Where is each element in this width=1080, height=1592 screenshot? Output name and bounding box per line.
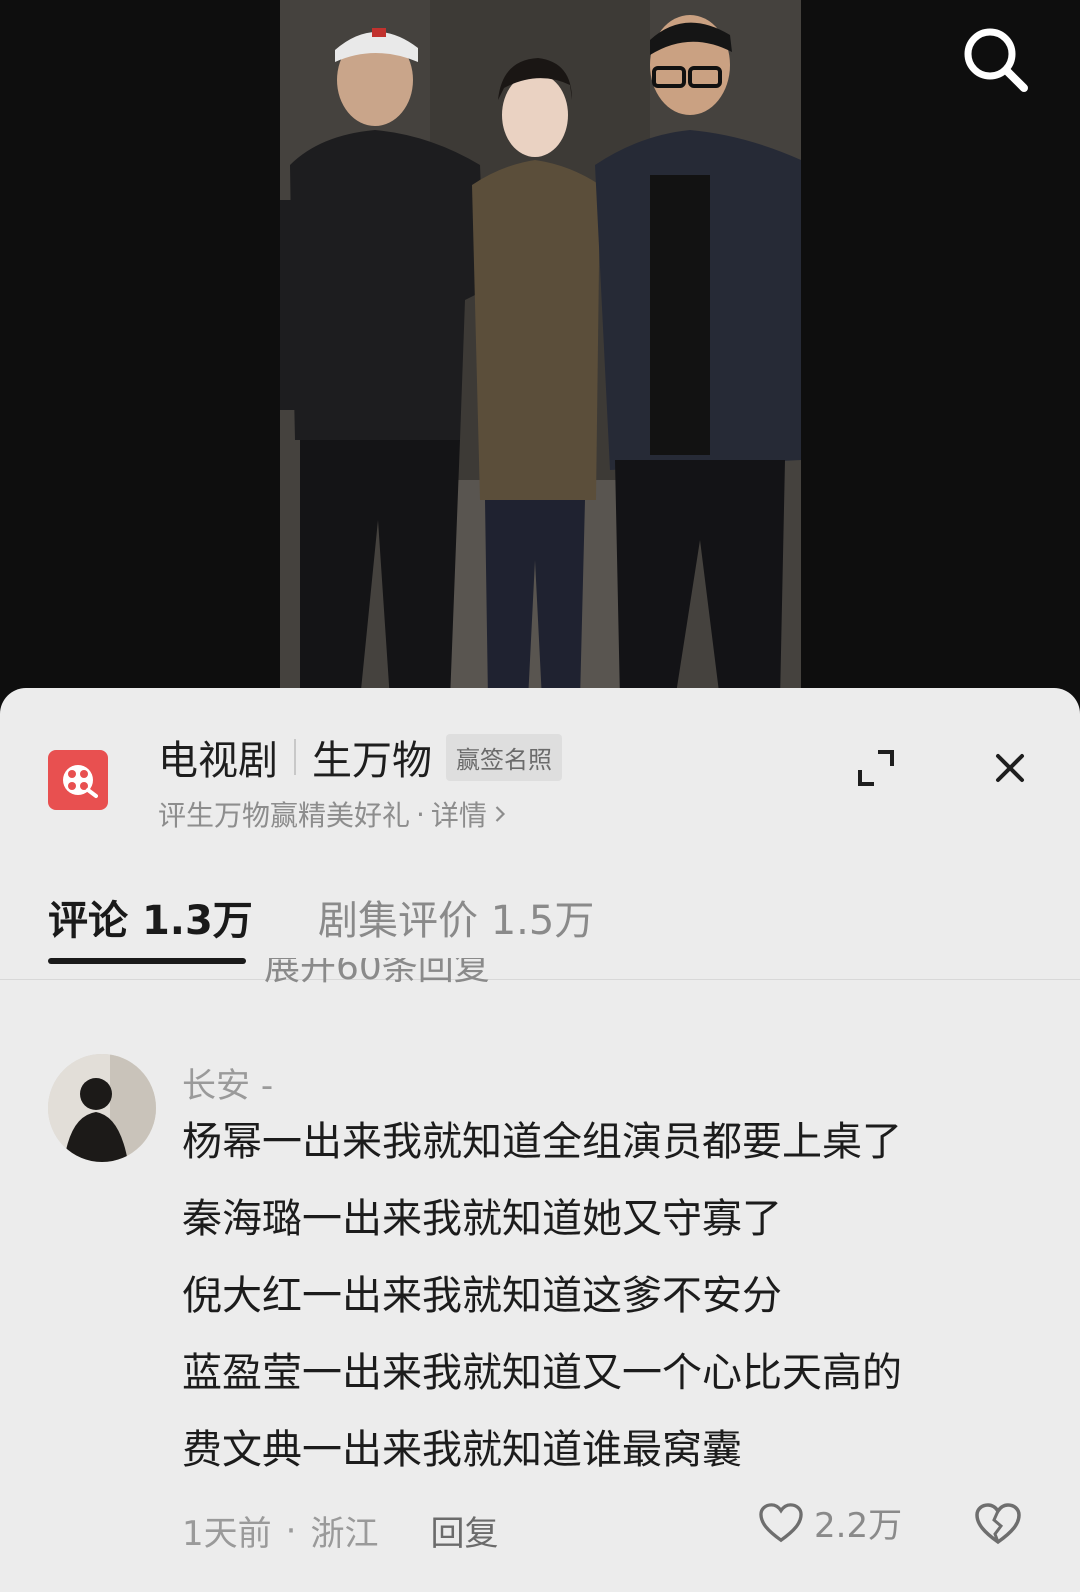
photo-illustration: [280, 0, 801, 700]
show-header[interactable]: 电视剧 生万物 赢签名照 评生万物赢精美好礼 · 详情: [0, 688, 1080, 868]
comment-line: 杨幂一出来我就知道全组演员都要上桌了: [182, 1119, 902, 1165]
show-subtitle[interactable]: 评生万物赢精美好礼 · 详情: [158, 794, 507, 834]
like-button[interactable]: 2.2万: [758, 1498, 902, 1547]
title-divider: [294, 739, 296, 775]
close-button[interactable]: [990, 748, 1030, 788]
tab-comments-label: 评论: [48, 898, 128, 944]
subtitle-separator: ·: [416, 797, 425, 831]
comment-item: 长安 - 杨幂一出来我就知道全组演员都要上桌了 秦海璐一出来我就知道她又守寡了 …: [0, 1048, 1080, 1592]
active-tab-indicator: [48, 958, 246, 964]
promo-badge[interactable]: 赢签名照: [446, 733, 562, 781]
username-suffix: -: [260, 1066, 274, 1106]
comment-time: 1天前: [182, 1514, 272, 1554]
expand-replies-link[interactable]: 展开60条回复: [264, 958, 664, 986]
tab-reviews-label: 剧集评价: [318, 898, 478, 944]
comment-text: 杨幂一出来我就知道全组演员都要上桌了 秦海璐一出来我就知道她又守寡了 倪大红一出…: [182, 1114, 902, 1499]
dislike-button[interactable]: [974, 1502, 1022, 1546]
like-count: 2.2万: [814, 1506, 903, 1546]
meta-separator: ·: [285, 1510, 297, 1551]
expand-icon: [858, 750, 894, 786]
close-icon: [996, 754, 1024, 782]
expand-replies-text: 展开60条回复: [264, 958, 490, 986]
video-player[interactable]: [0, 0, 1080, 700]
search-icon: [964, 28, 1028, 92]
search-button[interactable]: [960, 24, 1032, 96]
comment-line: 蓝盈莹一出来我就知道又一个心比天高的: [182, 1350, 902, 1396]
tab-comments[interactable]: 评论 1.3万: [48, 888, 253, 946]
heart-icon: [759, 1502, 803, 1542]
expand-button[interactable]: [856, 748, 896, 788]
show-name[interactable]: 生万物: [312, 728, 432, 786]
comment-meta: 1天前 · 浙江 回复: [182, 1506, 498, 1555]
tab-episode-reviews[interactable]: 剧集评价 1.5万: [318, 888, 594, 946]
comment-line: 费文典一出来我就知道谁最窝囊: [182, 1427, 742, 1473]
comment-location: 浙江: [310, 1514, 379, 1554]
tab-comments-count: 1.3万: [141, 898, 253, 944]
details-link[interactable]: 详情: [431, 794, 487, 834]
broken-heart-icon: [975, 1503, 1021, 1545]
avatar[interactable]: [48, 1054, 156, 1162]
comment-sheet: 电视剧 生万物 赢签名照 评生万物赢精美好礼 · 详情 评论 1.3万 剧集评价…: [0, 688, 1080, 1592]
subtitle-text: 评生万物赢精美好礼: [158, 799, 411, 832]
chevron-right-icon: [495, 806, 505, 822]
reply-button[interactable]: 回复: [430, 1506, 498, 1555]
show-category: 电视剧: [158, 738, 278, 784]
username-text: 长安: [182, 1066, 250, 1106]
tab-reviews-count: 1.5万: [490, 898, 595, 944]
comment-username[interactable]: 长安 -: [182, 1058, 273, 1107]
comment-line: 倪大红一出来我就知道这爹不安分: [182, 1273, 782, 1319]
film-reel-icon: [48, 750, 108, 810]
video-frame-photo: [280, 0, 801, 700]
comment-line: 秦海璐一出来我就知道她又守寡了: [182, 1196, 782, 1242]
show-title-row: 电视剧 生万物 赢签名照: [158, 732, 562, 784]
